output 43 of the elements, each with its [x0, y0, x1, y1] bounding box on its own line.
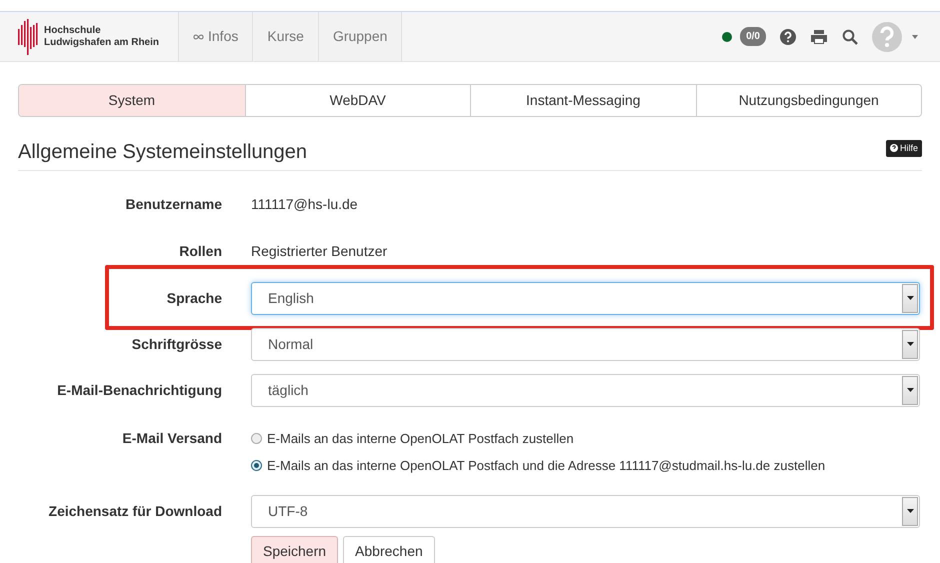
caret-icon — [906, 388, 914, 392]
radio-button[interactable] — [251, 433, 262, 444]
field-value: Registrierter Benutzer — [251, 242, 388, 258]
caret-icon[interactable] — [912, 34, 918, 38]
nav-item[interactable]: Infos — [178, 12, 252, 61]
infinity-icon — [193, 34, 204, 40]
brand-text: Hochschule — [44, 24, 102, 36]
caret-icon — [906, 509, 914, 513]
section-title: Allgemeine Systemeinstellungen — [18, 140, 308, 165]
select-field[interactable]: Normal — [251, 328, 920, 360]
caret-icon — [906, 342, 914, 346]
brand-text: Ludwigshafen am Rhein — [44, 36, 160, 48]
help-icon — [890, 144, 898, 152]
field-value: 111117@hs-lu.de — [251, 196, 358, 212]
form-button[interactable]: Speichern — [251, 536, 338, 563]
nav-item[interactable]: Gruppen — [318, 12, 402, 61]
field-label: E-Mail-Benachrichtigung — [57, 382, 222, 398]
caret-icon — [906, 296, 914, 300]
logo-icon — [18, 16, 40, 56]
field-label: E-Mail Versand — [122, 430, 222, 446]
select-field[interactable]: täglich — [251, 374, 920, 406]
help-icon[interactable] — [780, 28, 796, 44]
field-label: Sprache — [166, 290, 222, 306]
select-field[interactable]: English — [251, 282, 920, 314]
field-label: Benutzername — [126, 196, 222, 212]
radio-option[interactable]: E-Mails an das interne OpenOLAT Postfach zustellen — [251, 430, 920, 447]
chat-badge[interactable]: 0/0 — [740, 27, 766, 46]
dropdown-button[interactable] — [902, 330, 918, 358]
tab[interactable]: Nutzungsbedingungen — [696, 85, 921, 116]
select-field[interactable]: UTF-8 — [251, 494, 920, 528]
search-icon[interactable] — [842, 28, 858, 44]
tab[interactable]: System — [19, 85, 244, 116]
radio-button[interactable] — [251, 460, 262, 471]
dropdown-button[interactable] — [902, 376, 918, 404]
radio-option[interactable]: E-Mails an das interne OpenOLAT Postfach und die Adresse 111117@studmail.hs-lu.de zustellen — [251, 457, 920, 474]
form-button[interactable]: Abbrechen — [343, 536, 435, 563]
field-label: Rollen — [179, 243, 222, 259]
help-button[interactable]: Hilfe — [886, 140, 922, 157]
field-label: Zeichensatz für Download — [48, 502, 222, 518]
field-label: Schriftgrösse — [132, 336, 222, 352]
print-icon[interactable] — [810, 28, 828, 44]
dropdown-button[interactable] — [902, 284, 918, 312]
dropdown-button[interactable] — [902, 496, 918, 526]
